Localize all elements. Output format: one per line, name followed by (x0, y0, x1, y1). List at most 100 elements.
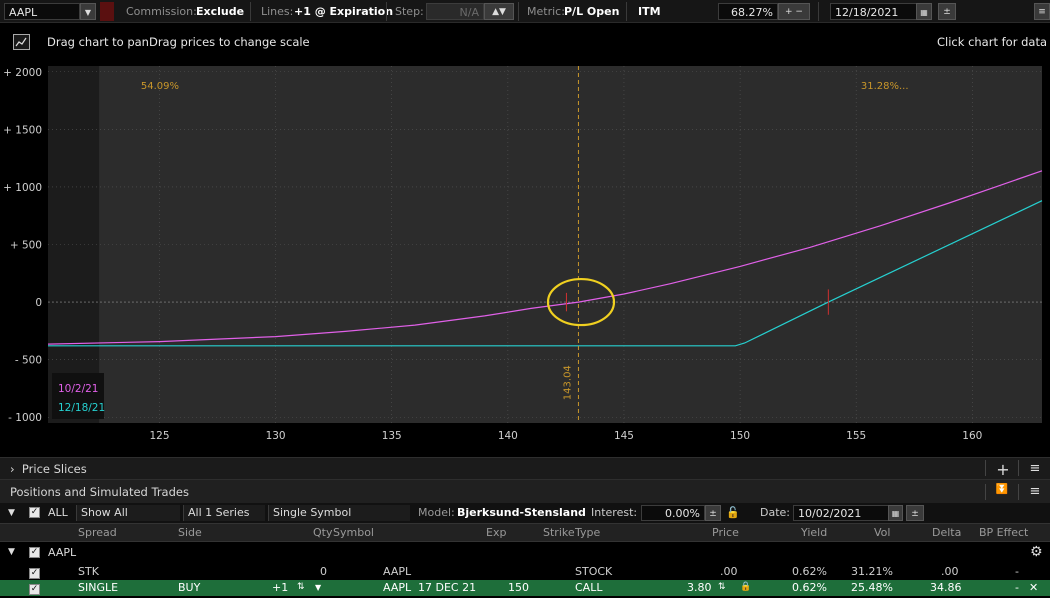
step-field: N/A (426, 3, 484, 20)
col-qty[interactable]: Qty (313, 526, 332, 539)
all-label: ALL (48, 506, 68, 519)
x-tick-label: 140 (498, 430, 518, 442)
x-tick-label: 130 (266, 430, 286, 442)
col-type[interactable]: Type (575, 526, 600, 539)
series-value: All 1 Series (188, 506, 250, 519)
col-symbol[interactable]: Symbol (333, 526, 374, 539)
commission-value[interactable]: Exclude (196, 3, 244, 20)
itm-percent-field[interactable]: 68.27% (718, 3, 778, 20)
legend-series-1: 10/2/21 (58, 383, 98, 395)
col-spread[interactable]: Spread (78, 526, 117, 539)
y-tick-label: - 1000 (8, 412, 42, 424)
collapse-icon[interactable]: ⏬ (992, 484, 1012, 495)
cell-yield: 0.62% (792, 581, 827, 594)
model-value[interactable]: Bjerksund-Stensland (457, 505, 586, 521)
chart-data-hint: Click chart for data (937, 35, 1047, 49)
step-label: Step: (395, 5, 424, 18)
all-checkbox[interactable]: ✓ (29, 507, 40, 518)
calendar-icon[interactable]: ▦ (916, 3, 932, 20)
cell-price: .00 (720, 565, 738, 578)
y-tick-label: + 1500 (3, 124, 42, 136)
y-tick-label: 0 (35, 297, 42, 309)
chevron-right-icon[interactable]: › (10, 462, 15, 476)
lock-icon[interactable]: 🔓 (726, 505, 740, 521)
chart-style-icon[interactable] (13, 34, 30, 50)
date-spinner-2[interactable]: ± (906, 505, 924, 521)
pl-chart[interactable]: + 2000 + 1500 + 1000 + 500 0 - 500 - 1000 125 1… (0, 60, 1050, 455)
chart-header: Drag chart to panDrag prices to change s… (0, 24, 1050, 60)
cell-bp: - (1015, 565, 1019, 578)
add-icon[interactable]: + (993, 460, 1013, 479)
cell-strike[interactable]: 150 (508, 581, 529, 594)
show-dropdown[interactable]: Show All (76, 505, 180, 521)
symbol-mode-dropdown[interactable]: Single Symbol (268, 505, 410, 521)
y-tick-label: + 500 (10, 240, 42, 252)
cell-qty[interactable]: 0 (320, 565, 327, 578)
gear-icon[interactable]: ⚙ (1030, 544, 1043, 560)
symbol-mode-value: Single Symbol (273, 506, 352, 519)
divider (1018, 460, 1019, 476)
step-value: N/A (459, 6, 479, 19)
symbol-field[interactable]: AAPL (4, 3, 80, 20)
interest-value: 0.00% (665, 507, 700, 520)
legend-series-2: 12/18/21 (58, 402, 105, 414)
column-header-row: Spread Side Qty Symbol Exp Strike Type P… (0, 523, 1050, 541)
close-icon[interactable]: ✕ (1029, 581, 1038, 594)
row-checkbox[interactable]: ✓ (29, 568, 40, 579)
col-price[interactable]: Price (712, 526, 739, 539)
positions-bar[interactable]: Positions and Simulated Trades ⏬ ≡ (0, 479, 1050, 503)
interest-field[interactable]: 0.00% (641, 505, 705, 521)
symbol-dropdown-icon[interactable]: ▼ (80, 3, 96, 20)
col-vol[interactable]: Vol (874, 526, 890, 539)
divider (1018, 484, 1019, 500)
pl-chart-svg[interactable]: + 2000 + 1500 + 1000 + 500 0 - 500 - 1000 125 1… (0, 60, 1050, 455)
itm-percent-value: 68.27% (731, 6, 773, 19)
price-spinner-icon[interactable]: ⇅ (718, 582, 726, 592)
series-dropdown[interactable]: All 1 Series (183, 505, 265, 521)
col-side[interactable]: Side (178, 526, 202, 539)
chart-hint-text: Drag chart to panDrag prices to change s… (47, 35, 310, 49)
metric-value[interactable]: P/L Open (564, 3, 619, 20)
lines-value[interactable]: +1 @ Expiration (294, 3, 393, 20)
date-field-2[interactable]: 10/02/2021 (793, 505, 903, 521)
prob-right-label: 31.28%... (861, 81, 909, 92)
itm-percent-spinner[interactable]: + − (778, 3, 810, 20)
col-yield[interactable]: Yield (801, 526, 827, 539)
cell-price[interactable]: 3.80 (687, 581, 712, 594)
itm-value[interactable]: ITM (638, 3, 661, 20)
table-row[interactable]: ✓ SINGLE BUY +1 ⇅ ▼ AAPL 17 DEC 21 150 C… (0, 580, 1050, 596)
qty-dropdown-icon[interactable]: ▼ (315, 583, 321, 592)
table-row[interactable]: ✓ STK 0 AAPL STOCK .00 0.62% 31.21% .00 … (0, 564, 1050, 580)
toolbar-settings-icon[interactable]: ≡ (1034, 3, 1050, 20)
chevron-down-icon[interactable]: ▼ (8, 505, 15, 521)
interest-spinner[interactable]: ± (705, 505, 721, 521)
group-checkbox[interactable]: ✓ (29, 547, 40, 558)
price-slices-bar[interactable]: › Price Slices + ≡ (0, 457, 1050, 479)
filter-row: ▼ ✓ ALL Show All All 1 Series Single Sym… (0, 503, 1050, 523)
col-exp[interactable]: Exp (486, 526, 506, 539)
lock-icon[interactable]: 🔒 (740, 582, 751, 592)
chevron-down-icon[interactable]: ▼ (8, 547, 15, 557)
calendar-icon[interactable]: ▦ (888, 505, 903, 521)
cell-qty[interactable]: +1 (272, 581, 288, 594)
cell-side[interactable]: BUY (178, 581, 200, 594)
price-slices-title: Price Slices (21, 462, 87, 476)
y-tick-label: - 500 (15, 355, 42, 367)
col-strike[interactable]: Strike (543, 526, 575, 539)
link-bar[interactable] (100, 2, 114, 21)
cell-exp[interactable]: 17 DEC 21 (418, 581, 476, 594)
prob-left-label: 54.09% (141, 81, 179, 92)
price-marker-label: 143.04 (562, 365, 573, 400)
separator (818, 2, 819, 21)
date-spinner[interactable]: ± (938, 3, 956, 20)
menu-icon[interactable]: ≡ (1025, 461, 1045, 476)
col-delta[interactable]: Delta (932, 526, 961, 539)
row-checkbox[interactable]: ✓ (29, 584, 40, 595)
qty-spinner-icon[interactable]: ⇅ (297, 582, 305, 592)
group-row-aapl[interactable]: ▼ ✓ AAPL ⚙ (0, 541, 1050, 563)
menu-icon[interactable]: ≡ (1025, 484, 1045, 499)
y-tick-label: + 1000 (3, 182, 42, 194)
cell-type[interactable]: CALL (575, 581, 602, 594)
col-bp-effect[interactable]: BP Effect (979, 526, 1028, 539)
date-value: 12/18/2021 (835, 6, 899, 19)
